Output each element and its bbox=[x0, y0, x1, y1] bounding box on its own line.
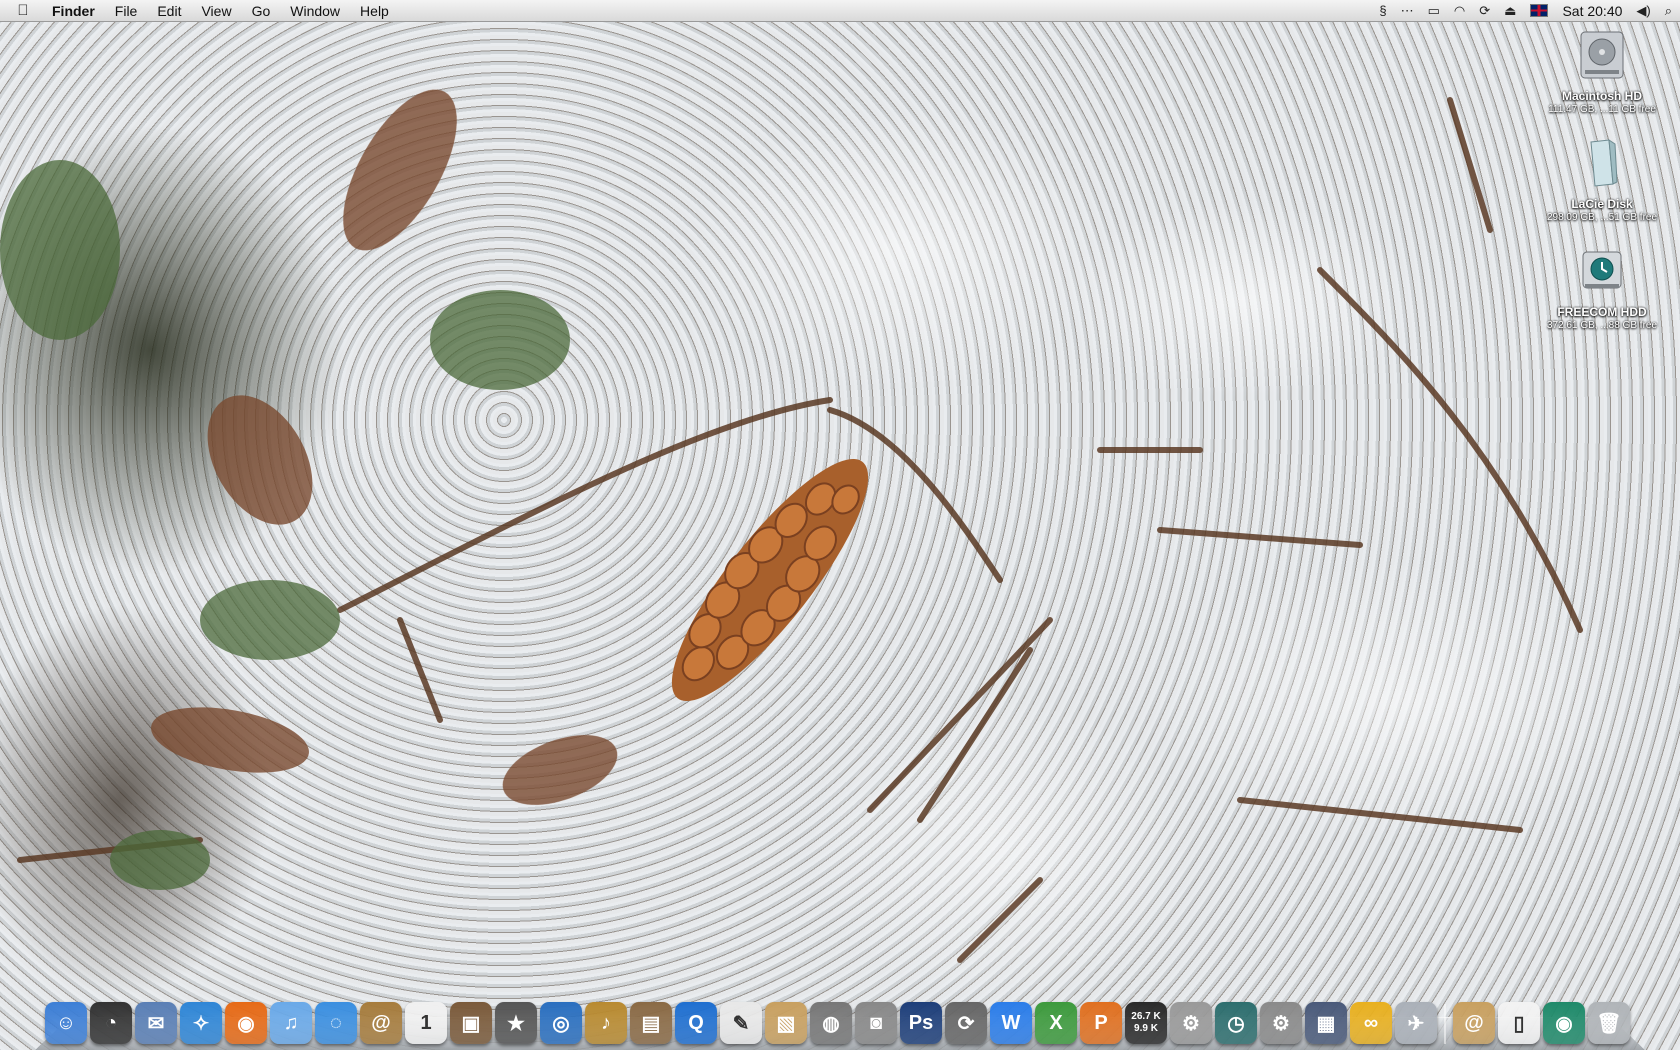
menu-go[interactable]: Go bbox=[242, 0, 281, 22]
desktop-icon-name: LaCie Disk bbox=[1571, 197, 1633, 211]
wifi-icon[interactable]: ◠ bbox=[1454, 0, 1465, 22]
safari-icon[interactable]: ✧ bbox=[180, 1002, 222, 1044]
address-book-icon[interactable]: @ bbox=[360, 1002, 402, 1044]
automator-icon[interactable]: ✈ bbox=[1395, 1002, 1437, 1044]
sync-app-icon[interactable]: ⟳ bbox=[945, 1002, 987, 1044]
uk-flag-icon[interactable] bbox=[1530, 4, 1549, 17]
finder-icon[interactable]: ☺ bbox=[45, 1002, 87, 1044]
dock-monitor-readout: 26.7 K bbox=[1131, 1011, 1161, 1022]
more-icon[interactable]: ⋯ bbox=[1401, 0, 1414, 22]
time-machine-icon[interactable]: ◷ bbox=[1215, 1002, 1257, 1044]
desktop-icon-name: Macintosh HD bbox=[1561, 89, 1642, 103]
word-icon[interactable]: W bbox=[990, 1002, 1032, 1044]
spotlight-icon[interactable]: ⌕ bbox=[1665, 0, 1672, 22]
display-icon[interactable]: ▭ bbox=[1428, 0, 1440, 22]
hard-drive-icon bbox=[1580, 31, 1624, 79]
menu-clock[interactable]: Sat 20:40 bbox=[1562, 3, 1622, 19]
dvd-player-icon[interactable]: ◍ bbox=[810, 1002, 852, 1044]
imovie-icon[interactable]: ★ bbox=[495, 1002, 537, 1044]
trash-icon[interactable]: 🗑 bbox=[1588, 1002, 1630, 1044]
dock: ☺ ◔ ✉ ✧ ◉ ♫ ◌ @1 ▣ ★ ◎ ♪ ▤ Q ✎ ▧ ◍ ◙ Ps ⟳ W X P 26.7 K 9.9 K ⚙ ◷ ⚙ ▦… bbox=[35, 980, 1645, 1050]
dashboard-icon[interactable]: ◔ bbox=[90, 1002, 132, 1044]
address-stack-icon[interactable]: @ bbox=[1453, 1002, 1495, 1044]
messenger-icon[interactable]: ∞ bbox=[1350, 1002, 1392, 1044]
installer-icon[interactable]: ▧ bbox=[765, 1002, 807, 1044]
itunes-icon[interactable]: ♫ bbox=[270, 1002, 312, 1044]
system-preferences-icon[interactable]: ⚙ bbox=[1260, 1002, 1302, 1044]
excel-icon[interactable]: X bbox=[1035, 1002, 1077, 1044]
menu-file[interactable]: File bbox=[105, 0, 148, 22]
eject-icon[interactable]: ⏏ bbox=[1504, 0, 1516, 22]
document-stack-icon[interactable]: ▯ bbox=[1498, 1002, 1540, 1044]
volume-icon[interactable]: ◀) bbox=[1636, 0, 1650, 22]
desktop-icon-macintosh-hd[interactable]: Macintosh HD 111.47 GB, ...11 GB free bbox=[1537, 28, 1667, 116]
dock-icons: ☺ ◔ ✉ ✧ ◉ ♫ ◌ @1 ▣ ★ ◎ ♪ ▤ Q ✎ ▧ ◍ ◙ Ps ⟳ W X P 26.7 K 9.9 K ⚙ ◷ ⚙ ▦… bbox=[45, 1002, 1630, 1044]
app-menu[interactable]: Finder bbox=[46, 0, 105, 22]
desktop-wallpaper bbox=[0, 0, 1680, 1050]
dock-monitor-readout: 9.9 K bbox=[1134, 1023, 1158, 1034]
utility-icon[interactable]: ⚙ bbox=[1170, 1002, 1212, 1044]
time-machine-disk-icon bbox=[1582, 251, 1622, 289]
wallpaper-art bbox=[0, 89, 1583, 963]
mail-icon[interactable]: ✉ bbox=[135, 1002, 177, 1044]
firefox-icon[interactable]: ◉ bbox=[225, 1002, 267, 1044]
desktop-icon-info: 111.47 GB, ...11 GB free bbox=[1548, 104, 1656, 115]
spaces-icon[interactable]: ▦ bbox=[1305, 1002, 1347, 1044]
menu-view[interactable]: View bbox=[191, 0, 241, 22]
script-icon[interactable]: § bbox=[1379, 0, 1386, 22]
apple-menu-icon[interactable]:  bbox=[0, 2, 46, 19]
menu-edit[interactable]: Edit bbox=[147, 0, 191, 22]
idvd-icon[interactable]: ◎ bbox=[540, 1002, 582, 1044]
dock-separator bbox=[1444, 1004, 1446, 1044]
desktop-icon-freecom-hdd[interactable]: FREECOM HDD 372.61 GB, ...88 GB free bbox=[1537, 244, 1667, 332]
external-disk-icon bbox=[1590, 139, 1618, 187]
powerpoint-icon[interactable]: P bbox=[1080, 1002, 1122, 1044]
ichat-icon[interactable]: ◌ bbox=[315, 1002, 357, 1044]
menu-window[interactable]: Window bbox=[280, 0, 350, 22]
preview-icon[interactable]: ▤ bbox=[630, 1002, 672, 1044]
menu-help[interactable]: Help bbox=[350, 0, 399, 22]
garageband-icon[interactable]: ♪ bbox=[585, 1002, 627, 1044]
sync-icon[interactable]: ⟳ bbox=[1479, 0, 1490, 22]
network-monitor-icon[interactable]: 26.7 K 9.9 K bbox=[1125, 1002, 1167, 1044]
image-capture-icon[interactable]: ◙ bbox=[855, 1002, 897, 1044]
textedit-icon[interactable]: ✎ bbox=[720, 1002, 762, 1044]
quicktime-icon[interactable]: Q bbox=[675, 1002, 717, 1044]
ical-icon[interactable]: 1 bbox=[405, 1002, 447, 1044]
photoshop-icon[interactable]: Ps bbox=[900, 1002, 942, 1044]
downloads-stack-icon[interactable]: ◉ bbox=[1543, 1002, 1585, 1044]
desktop-icon-info: 372.61 GB, ...88 GB free bbox=[1546, 320, 1658, 331]
menu-bar:  Finder File Edit View Go Window Help §… bbox=[0, 0, 1680, 22]
desktop-icon-info: 298.09 GB, ...51 GB free bbox=[1546, 212, 1658, 223]
iphoto-icon[interactable]: ▣ bbox=[450, 1002, 492, 1044]
desktop-icon-name: FREECOM HDD bbox=[1557, 305, 1647, 319]
desktop-icon-lacie-disk[interactable]: LaCie Disk 298.09 GB, ...51 GB free bbox=[1537, 136, 1667, 224]
